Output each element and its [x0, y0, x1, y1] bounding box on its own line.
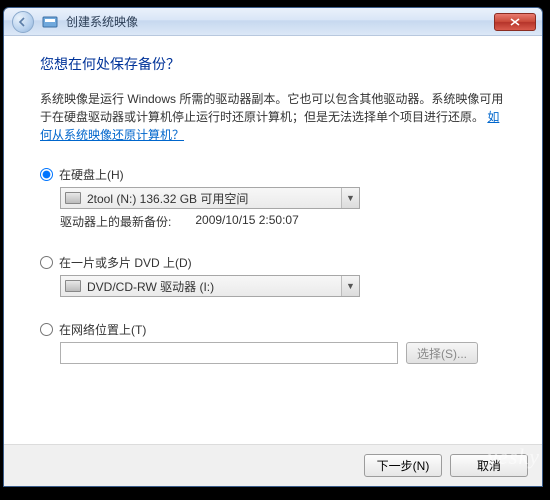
chevron-down-icon: ▼ — [341, 276, 359, 296]
drive-icon — [65, 192, 81, 204]
option-network: 在网络位置上(T) 选择(S)... — [40, 321, 506, 364]
dvd-combo-text: DVD/CD-RW 驱动器 (I:) — [87, 278, 341, 295]
radio-network[interactable] — [40, 323, 53, 336]
back-button[interactable] — [12, 11, 34, 33]
network-path-input[interactable] — [60, 342, 398, 364]
app-icon — [42, 14, 58, 30]
dvd-combo[interactable]: DVD/CD-RW 驱动器 (I:) ▼ — [60, 275, 360, 297]
hard-disk-combo-text: 2tool (N:) 136.32 GB 可用空间 — [87, 190, 341, 207]
last-backup-row: 驱动器上的最新备份: 2009/10/15 2:50:07 — [60, 213, 506, 230]
disc-icon — [65, 280, 81, 292]
next-button[interactable]: 下一步(N) — [364, 454, 442, 477]
page-heading: 您想在何处保存备份？ — [40, 54, 506, 74]
footer: 下一步(N) 取消 — [4, 444, 542, 486]
radio-hard-disk[interactable] — [40, 168, 53, 181]
dvd-label: 在一片或多片 DVD 上(D) — [59, 254, 192, 271]
chevron-down-icon: ▼ — [341, 188, 359, 208]
content-area: 您想在何处保存备份？ 系统映像是运行 Windows 所需的驱动器副本。它也可以… — [4, 36, 542, 444]
option-dvd: 在一片或多片 DVD 上(D) DVD/CD-RW 驱动器 (I:) ▼ — [40, 254, 506, 297]
hard-disk-combo[interactable]: 2tool (N:) 136.32 GB 可用空间 ▼ — [60, 187, 360, 209]
option-hard-disk: 在硬盘上(H) 2tool (N:) 136.32 GB 可用空间 ▼ 驱动器上… — [40, 166, 506, 230]
wizard-window: 创建系统映像 您想在何处保存备份？ 系统映像是运行 Windows 所需的驱动器… — [3, 7, 543, 487]
close-button[interactable] — [494, 13, 536, 31]
browse-button[interactable]: 选择(S)... — [406, 342, 478, 364]
last-backup-value: 2009/10/15 2:50:07 — [195, 213, 298, 230]
radio-dvd[interactable] — [40, 256, 53, 269]
last-backup-label: 驱动器上的最新备份: — [60, 213, 171, 230]
description-text: 系统映像是运行 Windows 所需的驱动器副本。它也可以包含其他驱动器。系统映… — [40, 92, 503, 124]
description: 系统映像是运行 Windows 所需的驱动器副本。它也可以包含其他驱动器。系统映… — [40, 90, 506, 144]
titlebar: 创建系统映像 — [4, 8, 542, 36]
cancel-button[interactable]: 取消 — [450, 454, 528, 477]
network-label: 在网络位置上(T) — [59, 321, 146, 338]
window-title: 创建系统映像 — [66, 13, 486, 30]
hard-disk-label: 在硬盘上(H) — [59, 166, 124, 183]
